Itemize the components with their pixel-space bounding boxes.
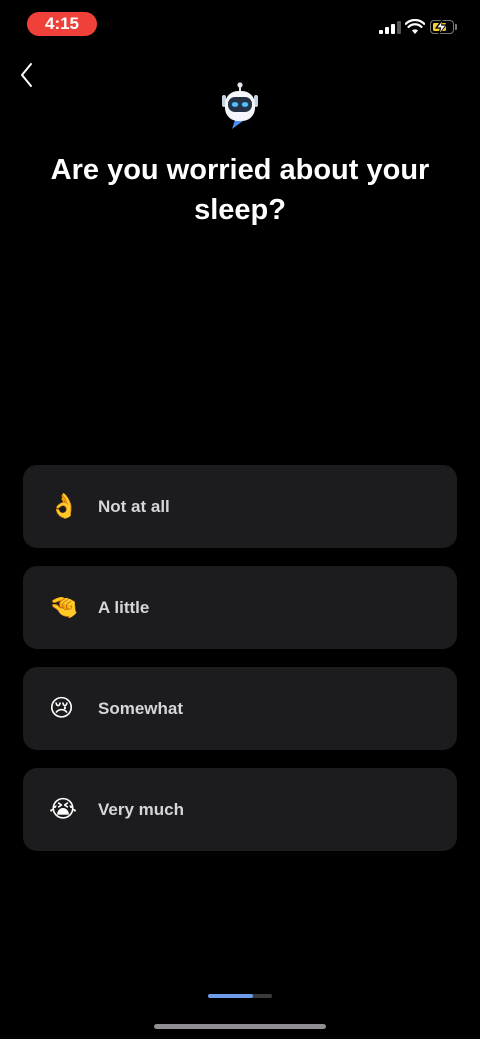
pinching-hand-icon: 🤏 bbox=[49, 594, 79, 621]
wifi-icon bbox=[405, 19, 425, 34]
option-label: Very much bbox=[98, 800, 184, 819]
chevron-left-icon bbox=[21, 63, 32, 87]
option-a-little[interactable]: 🤏 A little bbox=[23, 566, 457, 649]
ok-hand-icon: 👌 bbox=[49, 493, 79, 520]
crying-face-icon: 😢 bbox=[49, 695, 75, 722]
option-not-at-all[interactable]: 👌 Not at all bbox=[23, 465, 457, 548]
status-bar: 4:15 bbox=[0, 0, 480, 48]
battery-cap bbox=[455, 24, 457, 30]
loudly-crying-face-icon: 😭 bbox=[49, 796, 78, 823]
option-label: Somewhat bbox=[98, 699, 184, 718]
onboarding-progress-bar bbox=[208, 994, 272, 998]
home-indicator[interactable] bbox=[154, 1024, 326, 1029]
back-button[interactable] bbox=[14, 58, 44, 92]
option-very-much[interactable]: 😭 Very much bbox=[23, 768, 457, 851]
battery-charging-icon bbox=[430, 19, 454, 35]
option-label: A little bbox=[98, 598, 150, 617]
option-label: Not at all bbox=[98, 497, 170, 516]
cellular-signal-icon bbox=[379, 21, 401, 34]
answer-options: 👌 Not at all 🤏 A little 😢 Somewhat 😭 Ver… bbox=[23, 465, 457, 869]
status-time: 4:15 bbox=[27, 12, 97, 36]
progress-fill bbox=[208, 994, 253, 998]
question-title: Are you worried about your sleep? bbox=[50, 154, 430, 226]
option-somewhat[interactable]: 😢 Somewhat bbox=[23, 667, 457, 750]
robot-assistant-icon bbox=[222, 82, 258, 129]
